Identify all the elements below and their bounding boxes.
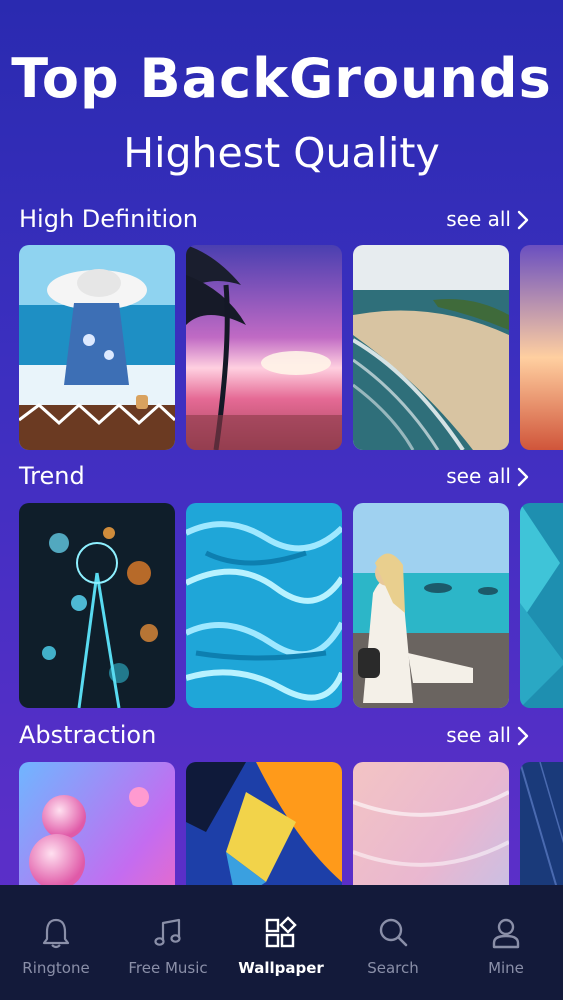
- tab-label: Search: [367, 959, 419, 977]
- wallpaper-thumbnail[interactable]: [19, 503, 175, 708]
- tab-search[interactable]: Search: [337, 885, 449, 1000]
- tab-mine[interactable]: Mine: [450, 885, 562, 1000]
- section-header-high-definition: High Definition see all: [0, 202, 563, 236]
- see-all-link[interactable]: see all: [446, 461, 511, 491]
- tab-free-music[interactable]: Free Music: [112, 885, 224, 1000]
- see-all-link[interactable]: see all: [446, 720, 511, 750]
- section-title: Trend: [19, 462, 85, 490]
- tab-label: Free Music: [128, 959, 208, 977]
- see-all-link[interactable]: see all: [446, 204, 511, 234]
- thumbnail-row-high-definition: [0, 245, 563, 450]
- tab-ringtone[interactable]: Ringtone: [0, 885, 112, 1000]
- section-header-abstraction: Abstraction see all: [0, 718, 563, 752]
- tab-label: Wallpaper: [238, 959, 324, 977]
- wallpaper-thumbnail[interactable]: [353, 245, 509, 450]
- wallpaper-grid-icon: [265, 916, 297, 948]
- wallpaper-thumbnail[interactable]: [19, 245, 175, 450]
- hero-subtitle: Highest Quality: [123, 129, 440, 177]
- bottom-tab-bar: Ringtone Free Music Wallpaper Search Min…: [0, 885, 563, 1000]
- chevron-right-icon[interactable]: [515, 467, 531, 487]
- section-title: High Definition: [19, 205, 199, 233]
- user-icon: [492, 918, 520, 949]
- wallpaper-thumbnail[interactable]: [520, 503, 563, 708]
- wallpaper-thumbnail[interactable]: [186, 245, 342, 450]
- section-title: Abstraction: [19, 721, 157, 749]
- bell-icon: [42, 918, 70, 949]
- section-header-trend: Trend see all: [0, 459, 563, 493]
- wallpaper-thumbnail[interactable]: [353, 503, 509, 708]
- thumbnail-row-trend: [0, 503, 563, 708]
- tab-wallpaper[interactable]: Wallpaper: [225, 885, 337, 1000]
- chevron-right-icon[interactable]: [515, 210, 531, 230]
- music-note-icon: [154, 918, 181, 946]
- wallpaper-thumbnail[interactable]: [186, 503, 342, 708]
- chevron-right-icon[interactable]: [515, 726, 531, 746]
- wallpaper-thumbnail[interactable]: [520, 245, 563, 450]
- tab-label: Mine: [488, 959, 524, 977]
- tab-label: Ringtone: [22, 959, 90, 977]
- hero-title: Top BackGrounds: [11, 47, 552, 110]
- search-icon: [379, 918, 408, 947]
